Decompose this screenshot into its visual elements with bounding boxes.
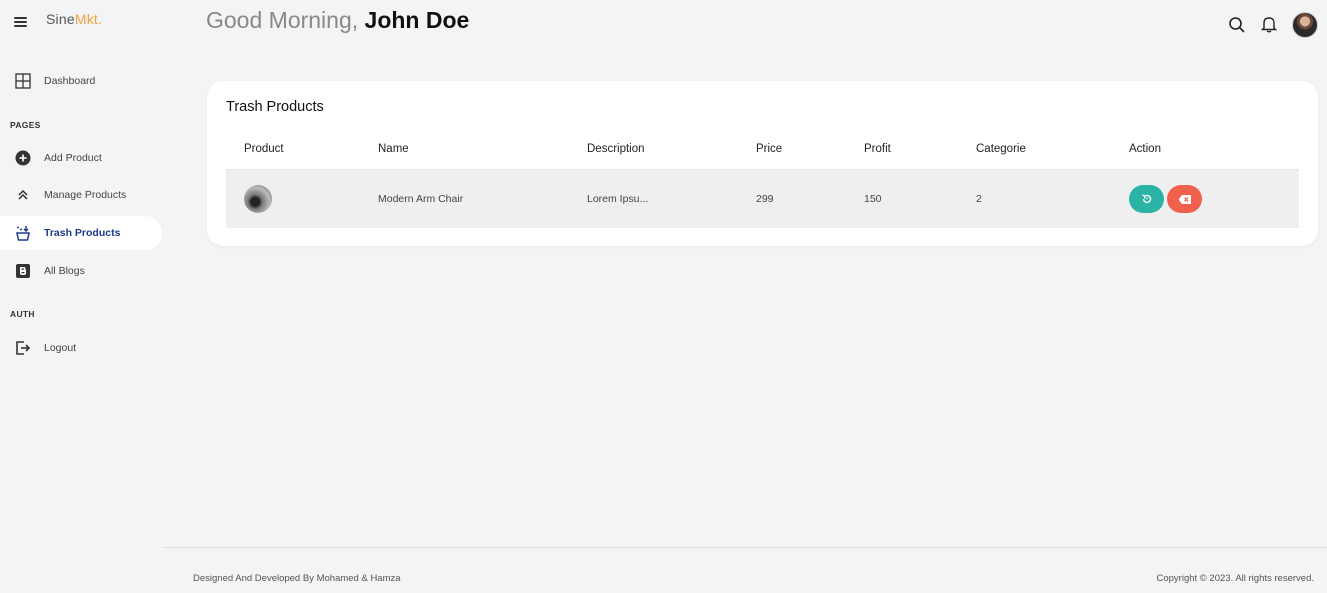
search-icon[interactable]: [1228, 16, 1246, 34]
sidebar-item-label: All Blogs: [44, 265, 85, 277]
brand-name-part2: Mkt.: [74, 11, 103, 27]
cell-description: Lorem Ipsu...: [587, 193, 649, 205]
app: SineMkt. Dashboard PAGES Add Product Man…: [0, 0, 1327, 593]
sidebar-item-dashboard[interactable]: Dashboard: [0, 64, 162, 98]
column-header-description: Description: [587, 143, 645, 155]
column-header-price: Price: [756, 143, 783, 155]
restore-icon: [1141, 194, 1151, 204]
footer-credit: Designed And Developed By Mohamed & Hamz…: [193, 573, 401, 584]
menu-icon[interactable]: [14, 16, 28, 28]
user-name: John Doe: [364, 7, 470, 33]
cell-name: Modern Arm Chair: [378, 193, 464, 205]
column-header-action: Action: [1129, 143, 1161, 155]
footer-copyright: Copyright © 2023. All rights reserved.: [1156, 573, 1315, 584]
section-label-auth: AUTH: [10, 309, 35, 319]
sidebar-item-add-product[interactable]: Add Product: [0, 141, 162, 175]
footer-divider: [162, 547, 1327, 548]
basket-icon: [16, 226, 30, 241]
page-greeting: Good Morning, John Doe: [206, 7, 469, 34]
bell-icon[interactable]: [1260, 15, 1278, 33]
sidebar-item-all-blogs[interactable]: All Blogs: [0, 254, 162, 288]
cell-price: 299: [756, 193, 774, 205]
sidebar-item-manage-products[interactable]: Manage Products: [0, 178, 162, 212]
sidebar-item-label: Logout: [44, 342, 77, 354]
sidebar-item-logout[interactable]: Logout: [0, 331, 162, 365]
column-header-product: Product: [244, 143, 284, 155]
grid-icon: [15, 73, 31, 89]
table-header: Product Name Description Price Profit Ca…: [226, 135, 1299, 170]
cell-profit: 150: [864, 193, 882, 205]
restore-button[interactable]: [1129, 185, 1164, 213]
sidebar-item-label: Manage Products: [44, 189, 127, 201]
table-row: Modern Arm Chair Lorem Ipsu... 299 150 2: [226, 170, 1299, 228]
column-header-category: Categorie: [976, 143, 1026, 155]
chevrons-up-icon: [18, 189, 28, 200]
sidebar: SineMkt. Dashboard PAGES Add Product Man…: [0, 0, 162, 593]
logout-icon: [16, 341, 31, 355]
column-header-name: Name: [378, 143, 409, 155]
sidebar-item-label: Trash Products: [44, 227, 121, 239]
card-title: Trash Products: [226, 99, 324, 115]
delete-permanently-button[interactable]: [1167, 185, 1202, 213]
trash-products-card: Trash Products Product Name Description …: [207, 81, 1318, 246]
plus-circle-icon: [15, 150, 31, 166]
sidebar-item-trash-products[interactable]: Trash Products: [0, 216, 162, 250]
cell-category: 2: [976, 193, 982, 205]
column-header-profit: Profit: [864, 143, 891, 155]
greeting-text: Good Morning,: [206, 7, 359, 33]
sidebar-item-label: Add Product: [44, 152, 102, 164]
section-label-pages: PAGES: [10, 120, 41, 130]
sidebar-item-label: Dashboard: [44, 75, 96, 87]
brand-name-part1: Sine: [46, 11, 75, 27]
avatar[interactable]: [1292, 12, 1318, 38]
backspace-delete-icon: [1178, 194, 1191, 204]
blogger-icon: [16, 264, 30, 278]
product-image: [244, 185, 272, 213]
brand-logo[interactable]: SineMkt.: [46, 11, 102, 27]
